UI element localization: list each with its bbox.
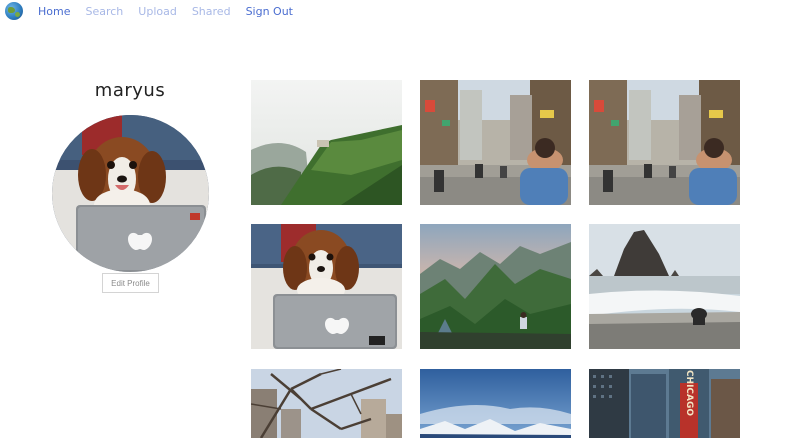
top-nav: Home Search Upload Shared Sign Out <box>38 5 308 18</box>
nav-search-link[interactable]: Search <box>85 5 123 18</box>
nav-shared-link[interactable]: Shared <box>192 5 231 18</box>
nav-upload-link[interactable]: Upload <box>138 5 177 18</box>
photo-tile-chicago[interactable]: CHICAGO <box>589 369 740 438</box>
photo-tile-beach[interactable] <box>589 224 740 349</box>
photo-tile-street-1[interactable] <box>420 80 571 205</box>
profile-avatar <box>52 115 209 272</box>
chicago-sign-text: CHICAGO <box>684 370 694 416</box>
photo-tile-karst[interactable] <box>420 224 571 349</box>
nav-home-link[interactable]: Home <box>38 5 70 18</box>
photo-tile-branches[interactable] <box>251 369 402 438</box>
edit-profile-button[interactable]: Edit Profile <box>102 273 159 293</box>
photo-tile-street-2[interactable] <box>589 80 740 205</box>
photo-tile-sky[interactable] <box>420 369 571 438</box>
profile-username: maryus <box>94 80 166 101</box>
nav-sign-out-link[interactable]: Sign Out <box>246 5 293 18</box>
globe-logo-icon[interactable] <box>5 2 23 20</box>
photo-tile-dog[interactable] <box>251 224 402 349</box>
photo-tile-mountain[interactable] <box>251 80 402 205</box>
